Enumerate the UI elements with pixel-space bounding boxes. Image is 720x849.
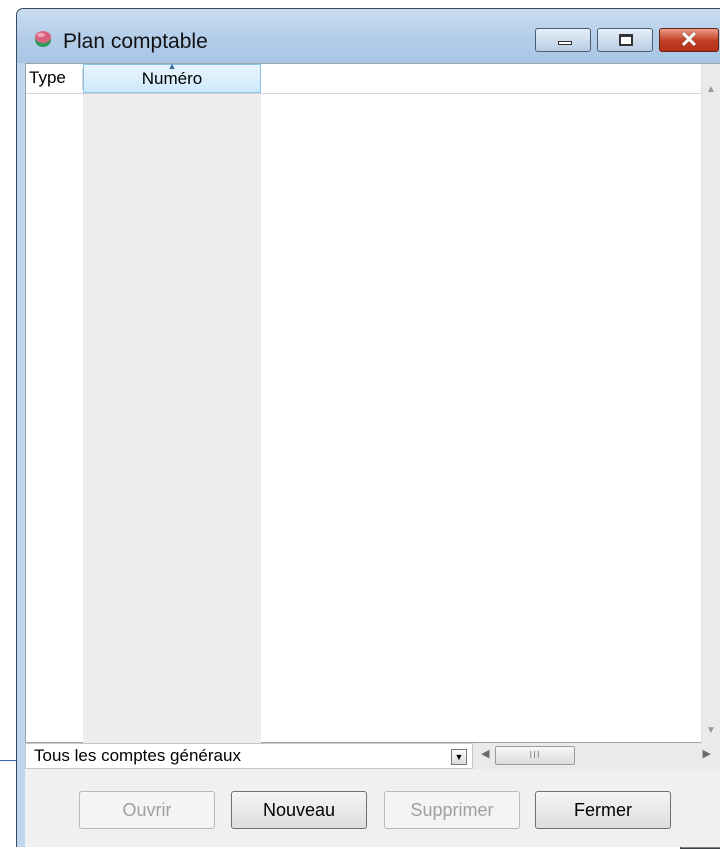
column-header-type[interactable]: Type bbox=[26, 64, 83, 93]
minimize-icon bbox=[558, 41, 572, 45]
supprimer-button[interactable]: Supprimer bbox=[384, 791, 520, 829]
scroll-left-icon[interactable]: ◀ bbox=[481, 747, 489, 760]
horizontal-scroll-thumb[interactable]: III bbox=[495, 746, 575, 765]
titlebar[interactable]: Plan comptable ✕ bbox=[17, 9, 720, 63]
scroll-up-icon[interactable]: ▲ bbox=[706, 84, 716, 95]
background-window-edge bbox=[0, 760, 16, 761]
plan-comptable-window: Plan comptable ✕ Type ▲ Numéro ▲ ▼ Tous … bbox=[16, 8, 720, 847]
list-header: Type ▲ Numéro bbox=[26, 61, 702, 94]
close-button[interactable]: ✕ bbox=[659, 27, 719, 52]
account-filter-value: Tous les comptes généraux bbox=[34, 746, 241, 765]
sorted-column-highlight bbox=[83, 93, 261, 744]
filter-row: Tous les comptes généraux ▼ ◀ III ▶ bbox=[25, 743, 720, 769]
close-icon: ✕ bbox=[679, 27, 699, 52]
column-header-numero[interactable]: ▲ Numéro bbox=[83, 61, 261, 93]
chevron-down-icon[interactable]: ▼ bbox=[451, 749, 467, 765]
ouvrir-button[interactable]: Ouvrir bbox=[79, 791, 215, 829]
button-row: Ouvrir Nouveau Supprimer Fermer bbox=[25, 769, 720, 849]
account-filter-combo[interactable]: Tous les comptes généraux ▼ bbox=[25, 743, 473, 769]
accounts-list[interactable]: Type ▲ Numéro ▲ ▼ bbox=[25, 61, 720, 744]
vertical-scrollbar[interactable]: ▲ ▼ bbox=[701, 64, 720, 744]
maximize-icon bbox=[619, 34, 633, 46]
horizontal-scrollbar[interactable]: ◀ III ▶ bbox=[473, 743, 720, 769]
scroll-right-icon[interactable]: ▶ bbox=[703, 747, 711, 760]
scroll-down-icon[interactable]: ▼ bbox=[706, 725, 716, 736]
column-header-numero-label: Numéro bbox=[141, 69, 203, 88]
window-title: Plan comptable bbox=[63, 30, 208, 53]
nouveau-button[interactable]: Nouveau bbox=[231, 791, 367, 829]
minimize-button[interactable] bbox=[535, 28, 591, 52]
window-client-area: Type ▲ Numéro ▲ ▼ Tous les comptes génér… bbox=[25, 61, 720, 849]
maximize-button[interactable] bbox=[597, 28, 653, 52]
ball-icon bbox=[35, 31, 51, 47]
fermer-button[interactable]: Fermer bbox=[535, 791, 671, 829]
